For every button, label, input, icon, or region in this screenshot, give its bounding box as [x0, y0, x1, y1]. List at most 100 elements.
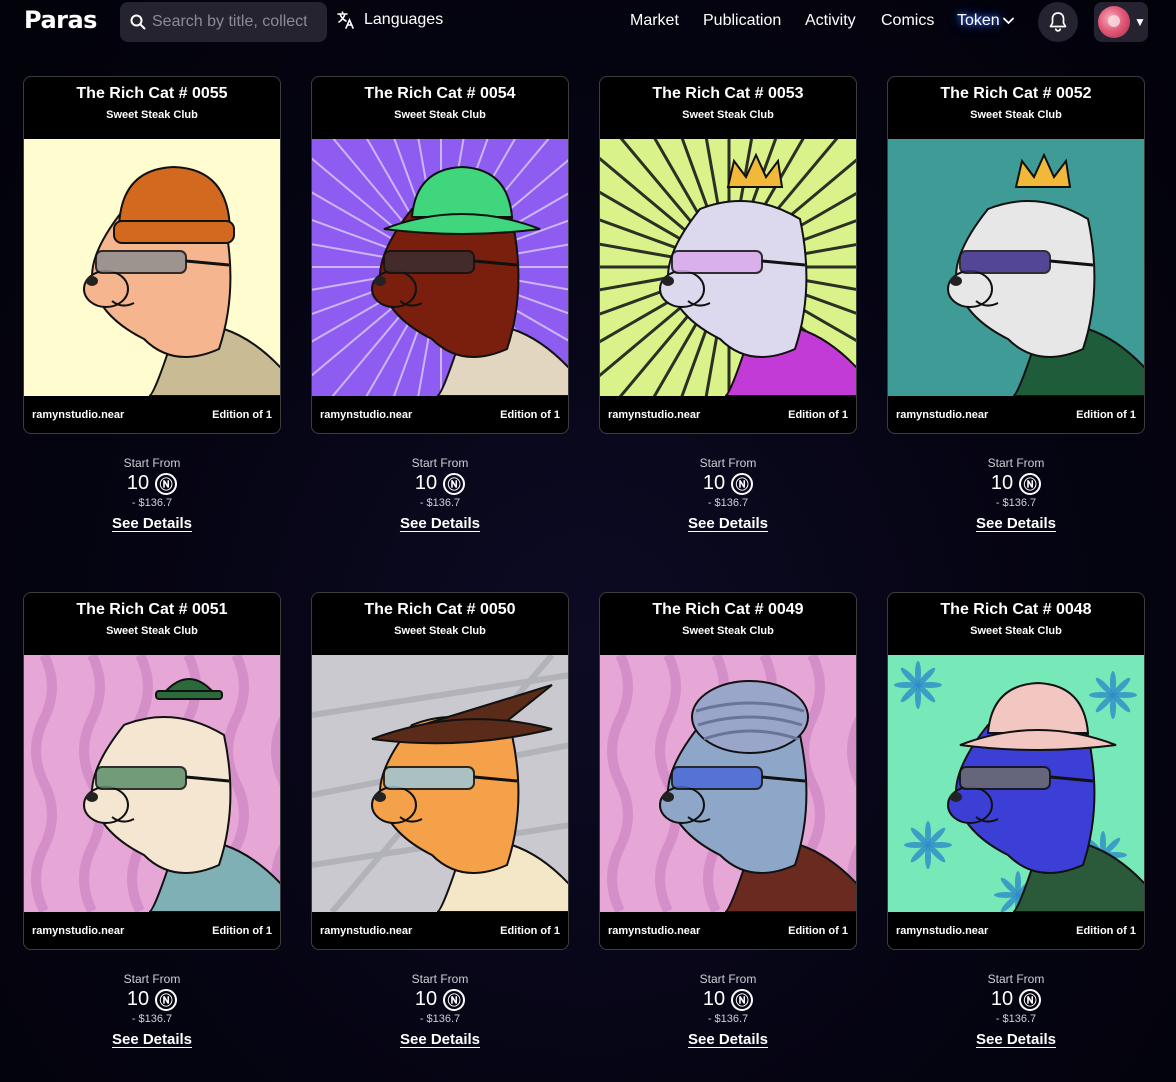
see-details-link[interactable]: See Details	[112, 515, 192, 532]
card-artwork[interactable]	[24, 139, 280, 396]
price-value: 10	[702, 472, 726, 494]
search-bar[interactable]	[120, 2, 327, 42]
price-usd: - $136.7	[419, 1013, 461, 1025]
see-details-link[interactable]: See Details	[976, 515, 1056, 532]
price-block: Start From 10 Ⓝ - $136.7 See Details	[311, 972, 569, 1049]
nav-token-dropdown[interactable]: Token	[957, 12, 1014, 30]
card-collection[interactable]: Sweet Steak Club	[24, 109, 280, 121]
price-block: Start From 10 Ⓝ - $136.7 See Details	[311, 456, 569, 533]
start-from-label: Start From	[987, 972, 1045, 986]
price-block: Start From 10 Ⓝ - $136.7 See Details	[887, 972, 1145, 1049]
card-edition: Edition of 1	[212, 925, 272, 937]
card-artwork[interactable]	[312, 655, 568, 912]
price-amount: 10 Ⓝ	[311, 988, 569, 1011]
languages-label: Languages	[364, 11, 444, 28]
see-details-link[interactable]: See Details	[688, 515, 768, 532]
nav-activity[interactable]: Activity	[805, 12, 856, 30]
card-creator[interactable]: ramynstudio.near	[320, 409, 412, 421]
card-edition: Edition of 1	[788, 925, 848, 937]
paras-logo[interactable]: Paras	[24, 6, 97, 34]
card-title: The Rich Cat # 0048	[940, 601, 1092, 618]
card-artwork[interactable]	[600, 655, 856, 912]
card-edition: Edition of 1	[788, 409, 848, 421]
nft-card[interactable]: The Rich Cat # 0053 Sweet Steak Club ram…	[599, 76, 857, 434]
price-amount: 10 Ⓝ	[599, 472, 857, 495]
card-title: The Rich Cat # 0051	[76, 601, 228, 618]
nft-card[interactable]: The Rich Cat # 0055 Sweet Steak Club ram…	[23, 76, 281, 434]
nft-card[interactable]: The Rich Cat # 0054 Sweet Steak Club ram…	[311, 76, 569, 434]
languages-button[interactable]: Languages	[336, 10, 443, 30]
nft-card[interactable]: The Rich Cat # 0048 Sweet Steak Club ram…	[887, 592, 1145, 950]
card-collection[interactable]: Sweet Steak Club	[600, 109, 856, 121]
price-value: 10	[414, 988, 438, 1010]
see-details-link[interactable]: See Details	[976, 1031, 1056, 1048]
search-icon	[130, 14, 146, 30]
translate-icon	[337, 11, 354, 29]
card-creator[interactable]: ramynstudio.near	[608, 409, 700, 421]
card-artwork[interactable]	[312, 139, 568, 396]
profile-menu-button[interactable]: ▼	[1094, 2, 1148, 42]
nav-comics[interactable]: Comics	[881, 12, 934, 30]
price-usd: - $136.7	[131, 497, 173, 509]
card-edition: Edition of 1	[212, 409, 272, 421]
price-value: 10	[702, 988, 726, 1010]
near-icon: Ⓝ	[1019, 472, 1042, 495]
card-artwork[interactable]	[600, 139, 856, 396]
see-details-link[interactable]: See Details	[112, 1031, 192, 1048]
start-from-label: Start From	[123, 972, 181, 986]
top-nav: Paras Languages Market Publication Activ…	[0, 0, 1176, 44]
chevron-down-icon	[1002, 17, 1014, 25]
price-amount: 10 Ⓝ	[23, 988, 281, 1011]
card-creator[interactable]: ramynstudio.near	[320, 925, 412, 937]
price-amount: 10 Ⓝ	[311, 472, 569, 495]
start-from-label: Start From	[123, 456, 181, 470]
card-creator[interactable]: ramynstudio.near	[608, 925, 700, 937]
price-value: 10	[990, 472, 1014, 494]
see-details-link[interactable]: See Details	[400, 515, 480, 532]
card-edition: Edition of 1	[1076, 925, 1136, 937]
card-edition: Edition of 1	[1076, 409, 1136, 421]
card-collection[interactable]: Sweet Steak Club	[888, 625, 1144, 637]
near-icon: Ⓝ	[155, 472, 178, 495]
card-title: The Rich Cat # 0052	[940, 85, 1092, 102]
near-icon: Ⓝ	[731, 472, 754, 495]
price-block: Start From 10 Ⓝ - $136.7 See Details	[599, 456, 857, 533]
nav-publication[interactable]: Publication	[703, 12, 781, 30]
card-collection[interactable]: Sweet Steak Club	[24, 625, 280, 637]
notification-button[interactable]	[1038, 2, 1078, 42]
price-value: 10	[126, 988, 150, 1010]
card-creator[interactable]: ramynstudio.near	[32, 409, 124, 421]
card-title: The Rich Cat # 0055	[76, 85, 228, 102]
card-title: The Rich Cat # 0049	[652, 601, 804, 618]
card-creator[interactable]: ramynstudio.near	[896, 409, 988, 421]
card-artwork[interactable]	[24, 655, 280, 912]
caret-down-icon: ▼	[1134, 15, 1146, 29]
card-creator[interactable]: ramynstudio.near	[32, 925, 124, 937]
nft-card[interactable]: The Rich Cat # 0052 Sweet Steak Club ram…	[887, 76, 1145, 434]
nav-market[interactable]: Market	[630, 12, 679, 30]
card-artwork[interactable]	[888, 139, 1144, 396]
start-from-label: Start From	[699, 972, 757, 986]
card-artwork[interactable]	[888, 655, 1144, 912]
card-collection[interactable]: Sweet Steak Club	[312, 109, 568, 121]
card-creator[interactable]: ramynstudio.near	[896, 925, 988, 937]
see-details-link[interactable]: See Details	[688, 1031, 768, 1048]
nft-card[interactable]: The Rich Cat # 0049 Sweet Steak Club ram…	[599, 592, 857, 950]
card-collection[interactable]: Sweet Steak Club	[312, 625, 568, 637]
price-amount: 10 Ⓝ	[887, 988, 1145, 1011]
nft-card[interactable]: The Rich Cat # 0050 Sweet Steak Club ram…	[311, 592, 569, 950]
card-collection[interactable]: Sweet Steak Club	[600, 625, 856, 637]
see-details-link[interactable]: See Details	[400, 1031, 480, 1048]
price-usd: - $136.7	[995, 1013, 1037, 1025]
start-from-label: Start From	[411, 456, 469, 470]
search-input[interactable]	[152, 13, 307, 31]
nft-card[interactable]: The Rich Cat # 0051 Sweet Steak Club ram…	[23, 592, 281, 950]
avatar	[1098, 6, 1130, 38]
price-amount: 10 Ⓝ	[599, 988, 857, 1011]
start-from-label: Start From	[699, 456, 757, 470]
price-usd: - $136.7	[131, 1013, 173, 1025]
card-collection[interactable]: Sweet Steak Club	[888, 109, 1144, 121]
price-usd: - $136.7	[707, 497, 749, 509]
card-title: The Rich Cat # 0050	[364, 601, 516, 618]
start-from-label: Start From	[987, 456, 1045, 470]
